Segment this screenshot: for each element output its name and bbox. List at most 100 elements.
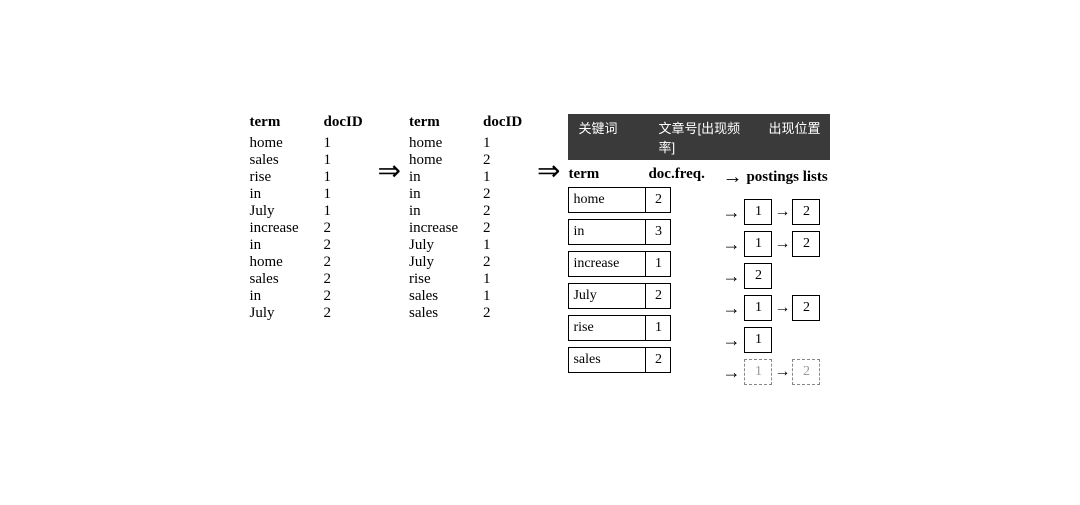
postings-row: →1→2 [722,359,827,385]
inv-postings-wrapper: 关键词 文章号[出现频率] 出现位置 term doc.freq. home 2… [568,114,830,391]
post-box: 1 [744,359,772,385]
docid-cell: 2 [324,254,360,271]
inv-row: in 3 [568,219,708,245]
docid-cell: 1 [324,152,360,169]
chinese-header: 关键词 文章号[出现频率] 出现位置 [568,114,830,160]
post-box: 1 [744,231,772,257]
table-row: in 1 [250,186,360,203]
inv-freq-box: 3 [645,219,671,245]
left-table-header: term docID [250,114,360,131]
postings-row: →2 [722,263,827,289]
inv-section: term doc.freq. home 2 in 3 increase 1 Ju… [568,166,708,379]
docid-cell: 2 [483,305,519,322]
docid-cell: 1 [483,169,519,186]
docid-cell: 1 [483,135,519,152]
inv-freq-header: doc.freq. [648,166,708,183]
post-arrow: → [722,330,740,351]
inv-rows: home 2 in 3 increase 1 July 2 rise 1 sal… [568,187,708,379]
inv-row: sales 2 [568,347,708,373]
post-box: 2 [792,199,820,225]
term-cell: home [409,152,465,169]
inv-term-box: sales [568,347,646,373]
inv-freq-box: 1 [645,315,671,341]
table-row: July2 [409,254,519,271]
docid-cell: 1 [483,288,519,305]
post-link-arrow: → [774,299,790,317]
post-arrow: → [722,362,740,383]
postings-row: →1→2 [722,295,827,321]
docid-cell: 1 [324,135,360,152]
postings-rows: →1→2→1→2→2→1→2→1→1→2 [722,199,827,391]
table-row: increase2 [409,220,519,237]
inv-term-box: in [568,219,646,245]
mid-term-header: term [409,114,465,131]
inv-table-header: term doc.freq. [568,166,708,183]
term-cell: increase [409,220,465,237]
postings-section: → postings lists →1→2→1→2→2→1→2→1→1→2 [722,166,827,391]
postings-list-header: → postings lists [722,166,827,189]
inv-freq-box: 2 [645,283,671,309]
table-row: increase 2 [250,220,360,237]
table-row: in2 [409,203,519,220]
term-cell: sales [409,288,465,305]
table-row: sales 1 [250,152,360,169]
left-table-rows: home1sales1rise1in1July1increase2in2home… [250,135,360,322]
docid-cell: 2 [483,203,519,220]
post-box: 2 [792,295,820,321]
inv-term-header: term [568,166,648,183]
inv-freq-box: 1 [645,251,671,277]
table-row: in2 [409,186,519,203]
inv-freq-box: 2 [645,187,671,213]
arrow1: ⇒ [378,114,401,188]
term-cell: home [250,135,306,152]
term-cell: increase [250,220,306,237]
docid-cell: 1 [324,203,360,220]
mid-table-rows: home1home2in1in2in2increase2July1July2ri… [409,135,519,322]
post-arrow: → [722,234,740,255]
post-box: 1 [744,199,772,225]
postings-row: →1→2 [722,199,827,225]
post-arrow: → [722,298,740,319]
post-box: 2 [792,359,820,385]
term-cell: rise [409,271,465,288]
docid-cell: 2 [324,271,360,288]
docid-cell: 2 [324,288,360,305]
term-cell: in [250,186,306,203]
term-cell: July [409,237,465,254]
inv-row: rise 1 [568,315,708,341]
docid-cell: 1 [324,169,360,186]
table-row: in 2 [250,288,360,305]
term-cell: in [409,169,465,186]
table-row: rise 1 [409,271,519,288]
docid-cell: 2 [324,220,360,237]
docid-cell: 2 [324,305,360,322]
left-term-header: term [250,114,306,131]
term-cell: in [250,288,306,305]
inv-row: July 2 [568,283,708,309]
table-row: home 1 [250,135,360,152]
docid-cell: 1 [483,271,519,288]
left-docid-header: docID [324,114,360,131]
docid-cell: 2 [483,152,519,169]
docid-cell: 1 [324,186,360,203]
mid-table-header: term docID [409,114,519,131]
inv-row: increase 1 [568,251,708,277]
table-row: July 1 [409,237,519,254]
post-box: 1 [744,327,772,353]
table-row: in 1 [409,169,519,186]
post-link-arrow: → [774,203,790,221]
term-cell: home [250,254,306,271]
arrow2: ⇒ [537,114,560,188]
postings-row: →1 [722,327,827,353]
table-row: rise1 [250,169,360,186]
table-row: July2 [250,305,360,322]
term-cell: in [409,186,465,203]
term-cell: July [250,203,306,220]
post-arrow: → [722,266,740,287]
docid-cell: 1 [483,237,519,254]
term-cell: sales [250,152,306,169]
inv-term-box: increase [568,251,646,277]
mid-docid-header: docID [483,114,519,131]
post-box: 2 [792,231,820,257]
term-cell: sales [250,271,306,288]
